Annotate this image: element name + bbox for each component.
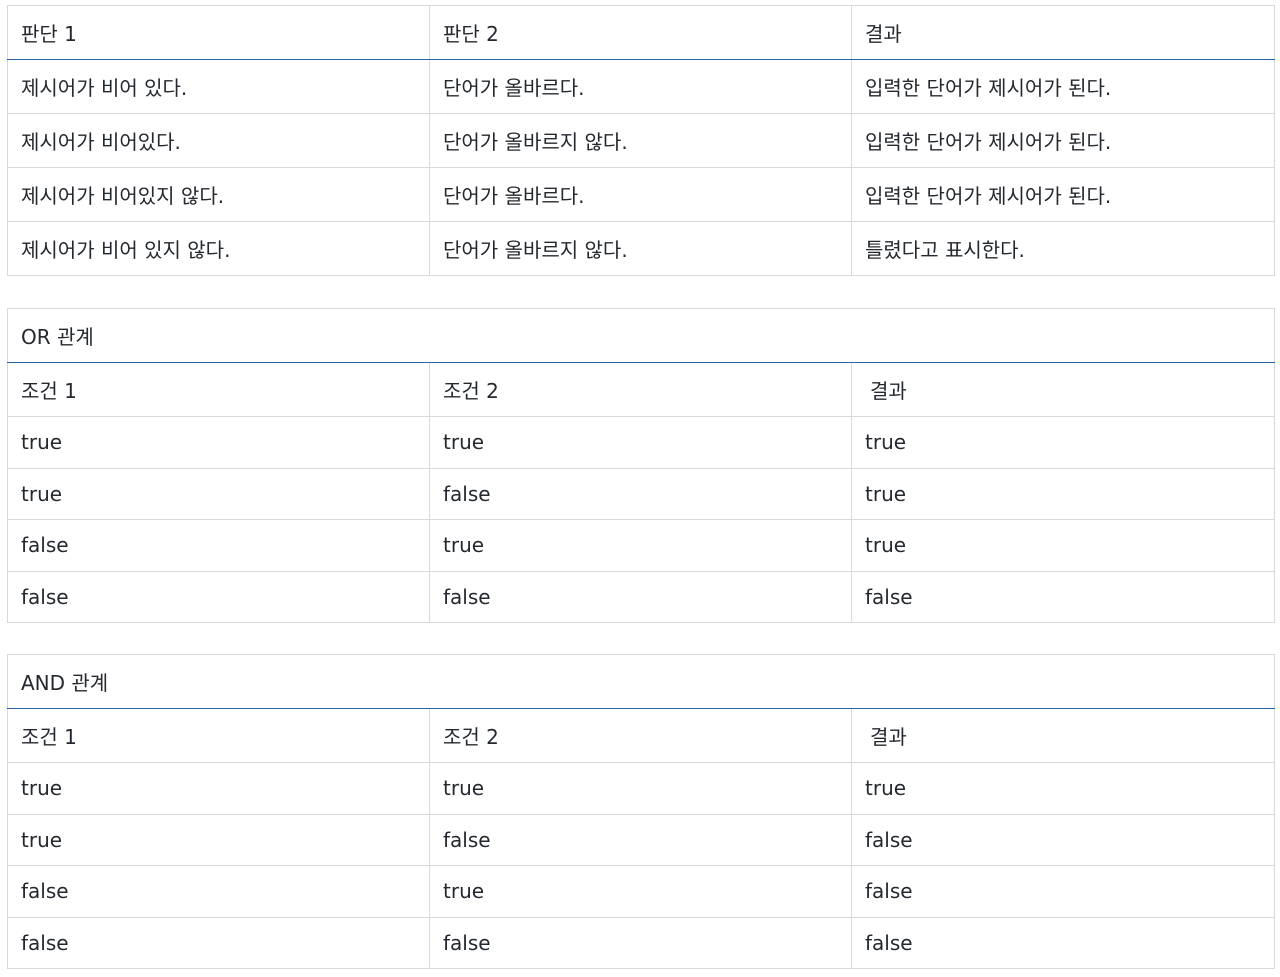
table-cell: false [429,813,852,866]
header-cell: 결과 [851,708,1275,763]
table-row: false true true [7,519,1276,572]
table-cell: 제시어가 비어 있지 않다. [7,221,430,276]
table-row: true true true [7,416,1276,469]
table-cell: true [429,762,852,815]
table-caption-row: AND 관계 [7,654,1275,709]
table-row: 제시어가 비어 있지 않다. 단어가 올바르지 않다. 틀렸다고 표시한다. [7,221,1275,276]
table-cell: 단어가 올바르다. [429,167,852,222]
table-cell: 단어가 올바르다. [429,59,852,114]
header-cell: 조건 1 [7,362,430,417]
header-cell: 판단 1 [7,5,430,60]
and-relation-table: AND 관계 조건 1 조건 2 결과 true true true true … [7,654,1275,969]
table-cell: true [7,813,430,866]
table-cell: true [429,416,852,469]
table-cell: false [7,570,430,623]
table-cell: 제시어가 비어있다. [7,113,430,168]
table-row: 제시어가 비어 있다. 단어가 올바르다. 입력한 단어가 제시어가 된다. [7,59,1275,114]
table-cell: true [851,762,1275,815]
header-cell: 조건 1 [7,708,430,763]
table-row: true false true [7,467,1276,520]
table-cell: 제시어가 비어있지 않다. [7,167,430,222]
table-header-row: 판단 1 판단 2 결과 [7,5,1275,60]
header-cell: 판단 2 [429,5,852,60]
table-cell: true [850,416,1276,469]
table-cell: 입력한 단어가 제시어가 된다. [851,167,1275,222]
table-row: true true true [7,762,1275,815]
table-row: false false false [7,570,1276,623]
table-caption: AND 관계 [7,654,1275,709]
table-header-row: 조건 1 조건 2 결과 [7,362,1276,417]
table-row: true false false [7,813,1275,866]
table-row: false false false [7,916,1275,969]
table-cell: false [851,813,1275,866]
table-cell: false [851,865,1275,918]
table-cell: true [429,519,852,572]
table-row: 제시어가 비어있다. 단어가 올바르지 않다. 입력한 단어가 제시어가 된다. [7,113,1275,168]
header-cell: 결과 [850,362,1276,417]
table-cell: true [429,865,852,918]
table-cell: false [7,865,430,918]
table-cell: false [7,916,430,969]
table-cell: false [851,916,1275,969]
header-cell: 결과 [851,5,1275,60]
table-cell: true [7,762,430,815]
table-cell: 틀렸다고 표시한다. [851,221,1275,276]
table-cell: false [429,570,852,623]
header-cell: 조건 2 [429,362,852,417]
table-caption: OR 관계 [6,308,1276,363]
table-header-row: 조건 1 조건 2 결과 [7,708,1275,763]
table-cell: false [429,916,852,969]
table-cell: 제시어가 비어 있다. [7,59,430,114]
table-cell: 입력한 단어가 제시어가 된다. [851,59,1275,114]
table-cell: false [7,519,430,572]
table-cell: true [7,467,430,520]
table-cell: 입력한 단어가 제시어가 된다. [851,113,1275,168]
or-relation-table: OR 관계 조건 1 조건 2 결과 true true true true f… [6,308,1276,623]
decision-table: 판단 1 판단 2 결과 제시어가 비어 있다. 단어가 올바르다. 입력한 단… [7,5,1275,276]
header-cell: 조건 2 [429,708,852,763]
table-cell: false [850,570,1276,623]
table-row: 제시어가 비어있지 않다. 단어가 올바르다. 입력한 단어가 제시어가 된다. [7,167,1275,222]
table-caption-row: OR 관계 [6,308,1276,363]
table-cell: true [7,416,430,469]
table-cell: false [429,467,852,520]
table-cell: true [850,519,1276,572]
table-cell: 단어가 올바르지 않다. [429,221,852,276]
table-cell: true [850,467,1276,520]
table-row: false true false [7,865,1275,918]
table-cell: 단어가 올바르지 않다. [429,113,852,168]
